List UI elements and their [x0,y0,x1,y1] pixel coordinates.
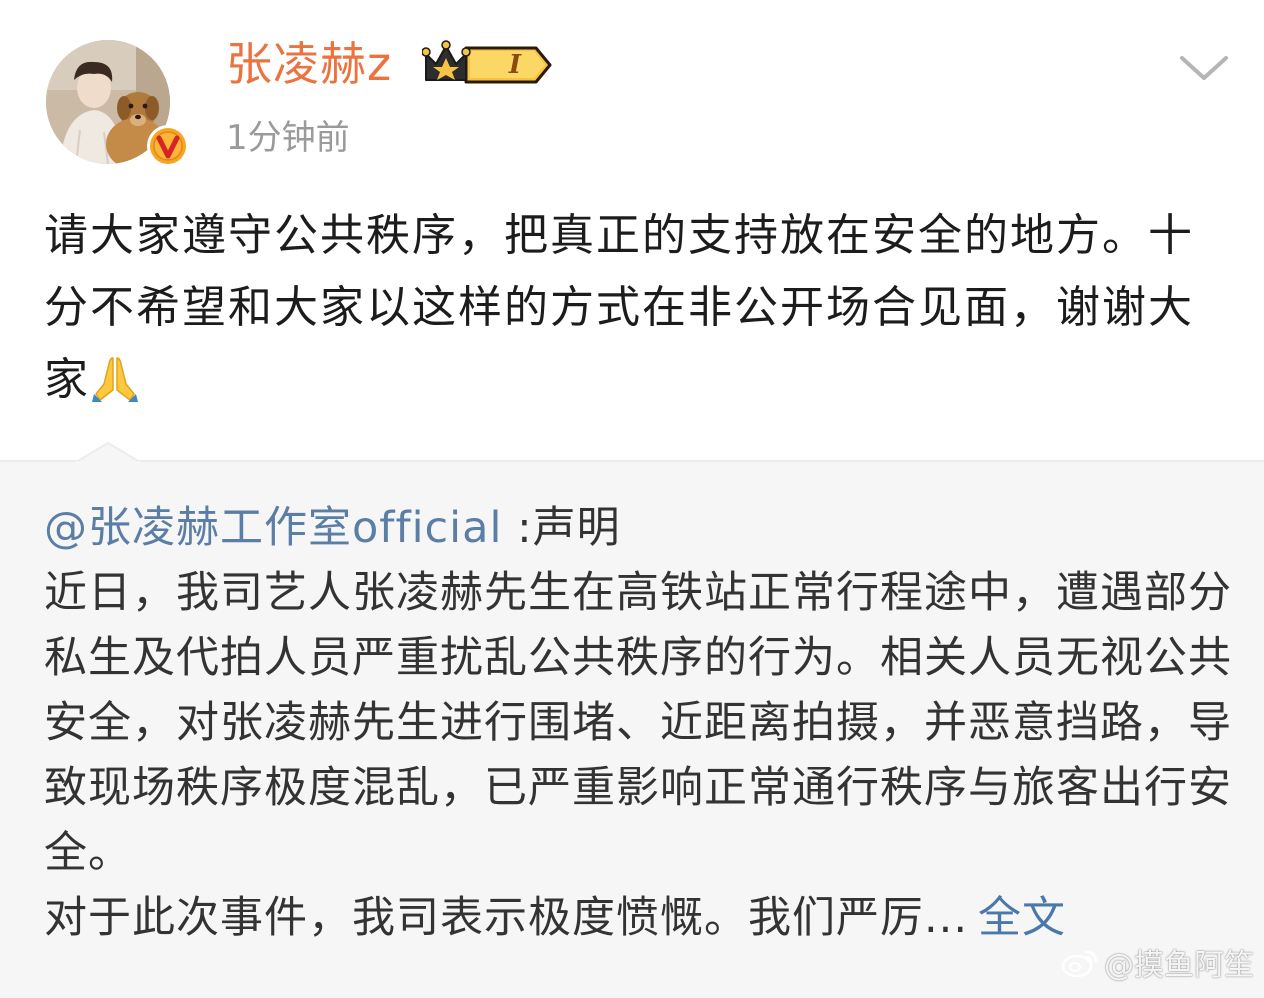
watermark-text: @摸鱼阿笙 [1104,948,1254,983]
post-text: 请大家遵守公共秩序，把真正的支持放在安全的地方。十分不希望和大家以这样的方式在非… [44,200,1234,416]
verified-v-icon [147,125,189,167]
author-avatar-wrap[interactable] [46,40,189,167]
weibo-post-card: 张凌赫z I 1分钟前 请大家遵守公共秩序，把真正的支持放在安全的地方。十分不希… [0,0,1264,998]
repost-pointer [76,441,140,463]
repost-title: :声明 [502,503,621,553]
watermark: @摸鱼阿笙 [1060,940,1254,984]
weibo-logo-icon [1061,950,1098,978]
repost-paragraph-1: 近日，我司艺人张凌赫先生在高铁站正常行程途中，遭遇部分私生及代拍人员严重扰乱公共… [44,568,1232,878]
repost-header: @张凌赫工作室official :声明 [44,496,1234,561]
post-text-content: 请大家遵守公共秩序，把真正的支持放在安全的地方。十分不希望和大家以这样的方式在非… [44,210,1194,405]
repost-author-mention[interactable]: @张凌赫工作室official [44,503,502,553]
repost-paragraph-2: 对于此次事件，我司表示极度愤慨。我们严厉... [44,893,969,943]
vip-level-badge[interactable]: I [421,40,554,90]
repost-paragraph-2-line: 对于此次事件，我司表示极度愤慨。我们严厉... 全文 [44,886,1234,951]
author-name[interactable]: 张凌赫z [226,32,392,96]
vip-level-text: I [508,50,522,80]
chevron-down-icon[interactable] [1176,50,1232,86]
pray-emoji-icon [92,357,138,402]
post-timestamp: 1分钟前 [226,118,350,158]
full-text-link[interactable]: 全文 [978,893,1066,943]
repost-body: @张凌赫工作室official :声明 近日，我司艺人张凌赫先生在高铁站正常行程… [44,496,1234,951]
